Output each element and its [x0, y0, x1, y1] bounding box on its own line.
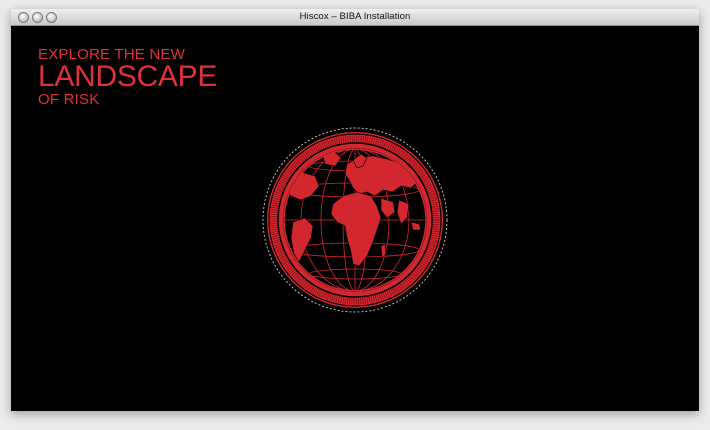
globe-icon	[262, 127, 448, 313]
title-bar[interactable]: Hiscox – BIBA Installation	[11, 9, 699, 26]
window-title: Hiscox – BIBA Installation	[299, 11, 411, 22]
headline: EXPLORE THE NEW LANDSCAPE OF RISK	[38, 47, 217, 107]
globe-button[interactable]	[261, 126, 449, 314]
headline-line-landscape: LANDSCAPE	[38, 60, 218, 93]
headline-line-of-risk: OF RISK	[38, 91, 100, 108]
app-window: Hiscox – BIBA Installation EXPLORE THE N…	[11, 9, 699, 411]
installation-stage: EXPLORE THE NEW LANDSCAPE OF RISK	[11, 26, 699, 411]
